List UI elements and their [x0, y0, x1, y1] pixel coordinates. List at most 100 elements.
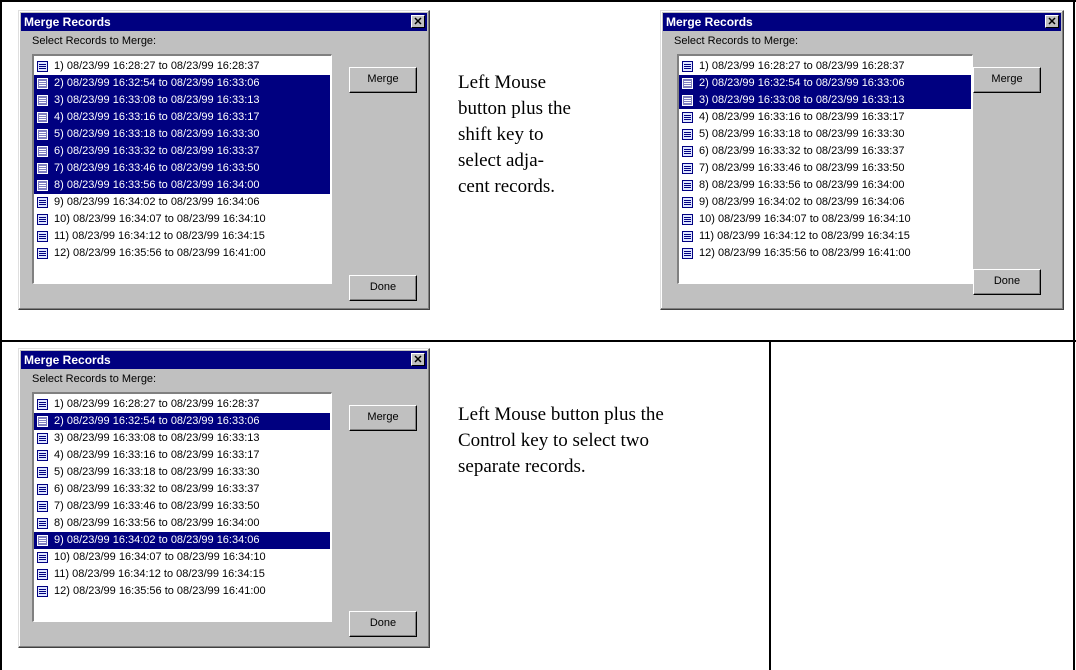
list-item[interactable]: 8) 08/23/99 16:33:56 to 08/23/99 16:34:0…: [679, 177, 971, 194]
record-label: 3) 08/23/99 16:33:08 to 08/23/99 16:33:1…: [54, 432, 260, 444]
list-item[interactable]: 4) 08/23/99 16:33:16 to 08/23/99 16:33:1…: [679, 109, 971, 126]
record-label: 2) 08/23/99 16:32:54 to 08/23/99 16:33:0…: [54, 77, 260, 89]
record-icon: [37, 112, 48, 123]
frame-divider-vertical: [769, 340, 771, 670]
list-item[interactable]: 1) 08/23/99 16:28:27 to 08/23/99 16:28:3…: [679, 58, 971, 75]
done-button[interactable]: Done: [973, 269, 1041, 295]
record-icon: [37, 231, 48, 242]
list-item[interactable]: 4) 08/23/99 16:33:16 to 08/23/99 16:33:1…: [34, 447, 330, 464]
record-icon: [37, 484, 48, 495]
record-label: 11) 08/23/99 16:34:12 to 08/23/99 16:34:…: [699, 230, 910, 242]
record-icon: [682, 214, 693, 225]
record-label: 12) 08/23/99 16:35:56 to 08/23/99 16:41:…: [699, 247, 911, 259]
list-item[interactable]: 8) 08/23/99 16:33:56 to 08/23/99 16:34:0…: [34, 515, 330, 532]
merge-button[interactable]: Merge: [349, 405, 417, 431]
list-item[interactable]: 12) 08/23/99 16:35:56 to 08/23/99 16:41:…: [34, 245, 330, 262]
record-label: 3) 08/23/99 16:33:08 to 08/23/99 16:33:1…: [54, 94, 260, 106]
record-icon: [37, 146, 48, 157]
record-icon: [682, 248, 693, 259]
list-item[interactable]: 1) 08/23/99 16:28:27 to 08/23/99 16:28:3…: [34, 396, 330, 413]
list-item[interactable]: 6) 08/23/99 16:33:32 to 08/23/99 16:33:3…: [34, 481, 330, 498]
frame-divider-horizontal: [0, 340, 1076, 342]
record-icon: [682, 112, 693, 123]
list-item[interactable]: 7) 08/23/99 16:33:46 to 08/23/99 16:33:5…: [34, 498, 330, 515]
list-item[interactable]: 3) 08/23/99 16:33:08 to 08/23/99 16:33:1…: [34, 92, 330, 109]
list-item[interactable]: 3) 08/23/99 16:33:08 to 08/23/99 16:33:1…: [34, 430, 330, 447]
record-label: 10) 08/23/99 16:34:07 to 08/23/99 16:34:…: [54, 213, 266, 225]
record-icon: [37, 163, 48, 174]
record-icon: [37, 501, 48, 512]
close-icon[interactable]: ✕: [411, 15, 425, 28]
list-item[interactable]: 3) 08/23/99 16:33:08 to 08/23/99 16:33:1…: [679, 92, 971, 109]
record-icon: [37, 450, 48, 461]
record-icon: [37, 180, 48, 191]
list-item[interactable]: 11) 08/23/99 16:34:12 to 08/23/99 16:34:…: [34, 566, 330, 583]
caption-line: Left Mouse: [458, 72, 547, 93]
record-icon: [37, 416, 48, 427]
record-label: 2) 08/23/99 16:32:54 to 08/23/99 16:33:0…: [699, 77, 905, 89]
record-icon: [37, 399, 48, 410]
list-item[interactable]: 2) 08/23/99 16:32:54 to 08/23/99 16:33:0…: [34, 75, 330, 92]
caption-line: Control key to select two: [458, 430, 650, 451]
list-item[interactable]: 8) 08/23/99 16:33:56 to 08/23/99 16:34:0…: [34, 177, 330, 194]
record-label: 10) 08/23/99 16:34:07 to 08/23/99 16:34:…: [699, 213, 911, 225]
caption-line: select adja-: [458, 150, 544, 171]
list-item[interactable]: 9) 08/23/99 16:34:02 to 08/23/99 16:34:0…: [34, 532, 330, 549]
merge-records-dialog-shift-result: Merge Records ✕ Select Records to Merge:…: [660, 10, 1064, 310]
list-item[interactable]: 11) 08/23/99 16:34:12 to 08/23/99 16:34:…: [679, 228, 971, 245]
merge-button[interactable]: Merge: [973, 67, 1041, 93]
record-icon: [37, 78, 48, 89]
record-label: 4) 08/23/99 16:33:16 to 08/23/99 16:33:1…: [699, 111, 905, 123]
list-item[interactable]: 7) 08/23/99 16:33:46 to 08/23/99 16:33:5…: [34, 160, 330, 177]
record-icon: [37, 586, 48, 597]
list-item[interactable]: 5) 08/23/99 16:33:18 to 08/23/99 16:33:3…: [34, 464, 330, 481]
record-label: 7) 08/23/99 16:33:46 to 08/23/99 16:33:5…: [699, 162, 905, 174]
record-label: 11) 08/23/99 16:34:12 to 08/23/99 16:34:…: [54, 230, 265, 242]
merge-button[interactable]: Merge: [349, 67, 417, 93]
list-item[interactable]: 2) 08/23/99 16:32:54 to 08/23/99 16:33:0…: [679, 75, 971, 92]
list-item[interactable]: 7) 08/23/99 16:33:46 to 08/23/99 16:33:5…: [679, 160, 971, 177]
list-item[interactable]: 5) 08/23/99 16:33:18 to 08/23/99 16:33:3…: [679, 126, 971, 143]
select-records-label: Select Records to Merge:: [32, 35, 157, 47]
list-item[interactable]: 10) 08/23/99 16:34:07 to 08/23/99 16:34:…: [679, 211, 971, 228]
list-item[interactable]: 6) 08/23/99 16:33:32 to 08/23/99 16:33:3…: [34, 143, 330, 160]
record-label: 9) 08/23/99 16:34:02 to 08/23/99 16:34:0…: [699, 196, 905, 208]
merge-records-dialog-control-example: Merge Records ✕ Select Records to Merge:…: [18, 348, 430, 648]
list-item[interactable]: 4) 08/23/99 16:33:16 to 08/23/99 16:33:1…: [34, 109, 330, 126]
list-item[interactable]: 6) 08/23/99 16:33:32 to 08/23/99 16:33:3…: [679, 143, 971, 160]
list-item[interactable]: 10) 08/23/99 16:34:07 to 08/23/99 16:34:…: [34, 211, 330, 228]
record-label: 8) 08/23/99 16:33:56 to 08/23/99 16:34:0…: [54, 517, 260, 529]
list-item[interactable]: 9) 08/23/99 16:34:02 to 08/23/99 16:34:0…: [34, 194, 330, 211]
dialog-title: Merge Records: [666, 15, 753, 29]
list-item[interactable]: 1) 08/23/99 16:28:27 to 08/23/99 16:28:3…: [34, 58, 330, 75]
records-listbox[interactable]: 1) 08/23/99 16:28:27 to 08/23/99 16:28:3…: [32, 392, 332, 622]
dialog-titlebar: Merge Records ✕: [663, 13, 1061, 31]
list-item[interactable]: 11) 08/23/99 16:34:12 to 08/23/99 16:34:…: [34, 228, 330, 245]
record-label: 11) 08/23/99 16:34:12 to 08/23/99 16:34:…: [54, 568, 265, 580]
record-label: 1) 08/23/99 16:28:27 to 08/23/99 16:28:3…: [54, 398, 260, 410]
list-item[interactable]: 10) 08/23/99 16:34:07 to 08/23/99 16:34:…: [34, 549, 330, 566]
record-icon: [682, 163, 693, 174]
list-item[interactable]: 5) 08/23/99 16:33:18 to 08/23/99 16:33:3…: [34, 126, 330, 143]
records-listbox[interactable]: 1) 08/23/99 16:28:27 to 08/23/99 16:28:3…: [32, 54, 332, 284]
list-item[interactable]: 9) 08/23/99 16:34:02 to 08/23/99 16:34:0…: [679, 194, 971, 211]
list-item[interactable]: 2) 08/23/99 16:32:54 to 08/23/99 16:33:0…: [34, 413, 330, 430]
close-icon[interactable]: ✕: [411, 353, 425, 366]
list-item[interactable]: 12) 08/23/99 16:35:56 to 08/23/99 16:41:…: [679, 245, 971, 262]
record-icon: [37, 61, 48, 72]
record-label: 12) 08/23/99 16:35:56 to 08/23/99 16:41:…: [54, 585, 266, 597]
done-button[interactable]: Done: [349, 275, 417, 301]
record-icon: [37, 518, 48, 529]
record-icon: [37, 197, 48, 208]
frame-border-left: [0, 0, 2, 670]
close-icon[interactable]: ✕: [1045, 15, 1059, 28]
record-label: 6) 08/23/99 16:33:32 to 08/23/99 16:33:3…: [54, 145, 260, 157]
record-label: 9) 08/23/99 16:34:02 to 08/23/99 16:34:0…: [54, 534, 260, 546]
record-icon: [37, 552, 48, 563]
record-label: 8) 08/23/99 16:33:56 to 08/23/99 16:34:0…: [699, 179, 905, 191]
done-button[interactable]: Done: [349, 611, 417, 637]
record-icon: [682, 95, 693, 106]
list-item[interactable]: 12) 08/23/99 16:35:56 to 08/23/99 16:41:…: [34, 583, 330, 600]
records-listbox[interactable]: 1) 08/23/99 16:28:27 to 08/23/99 16:28:3…: [677, 54, 973, 284]
record-label: 7) 08/23/99 16:33:46 to 08/23/99 16:33:5…: [54, 500, 260, 512]
